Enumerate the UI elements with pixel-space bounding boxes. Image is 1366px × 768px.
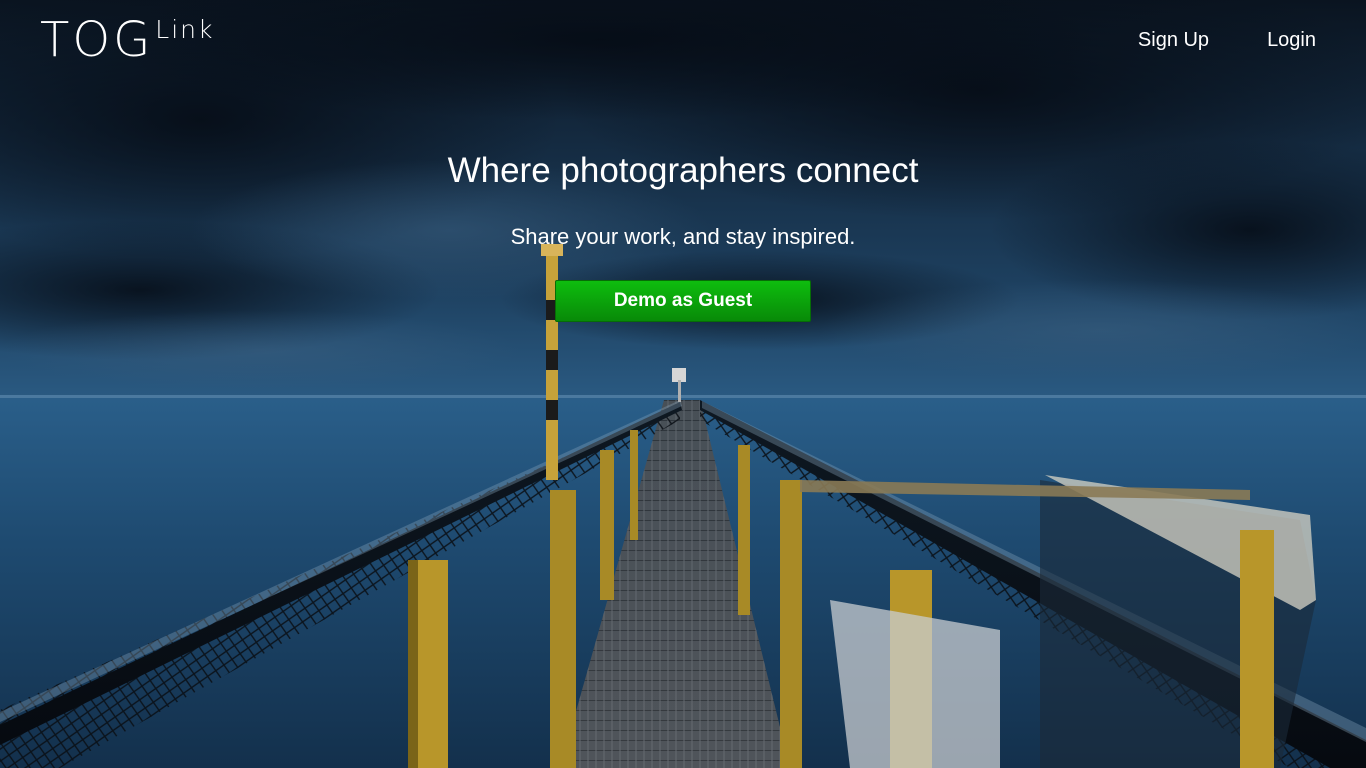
logo-sub-text: Link	[155, 15, 215, 44]
hero-background-image	[0, 0, 1366, 768]
auth-links: Sign Up Login	[1138, 28, 1316, 52]
sign-up-link[interactable]: Sign Up	[1138, 28, 1209, 52]
top-navigation-bar: TOG Link Sign Up Login	[0, 0, 1366, 80]
logo-main-text: TOG	[40, 12, 154, 68]
demo-as-guest-button[interactable]: Demo as Guest	[555, 280, 811, 322]
hero-headline: Where photographers connect	[447, 151, 919, 190]
brand-logo[interactable]: TOG Link	[40, 12, 215, 68]
hero-tagline: Share your work, and stay inspired.	[510, 224, 856, 249]
login-link[interactable]: Login	[1267, 28, 1316, 52]
